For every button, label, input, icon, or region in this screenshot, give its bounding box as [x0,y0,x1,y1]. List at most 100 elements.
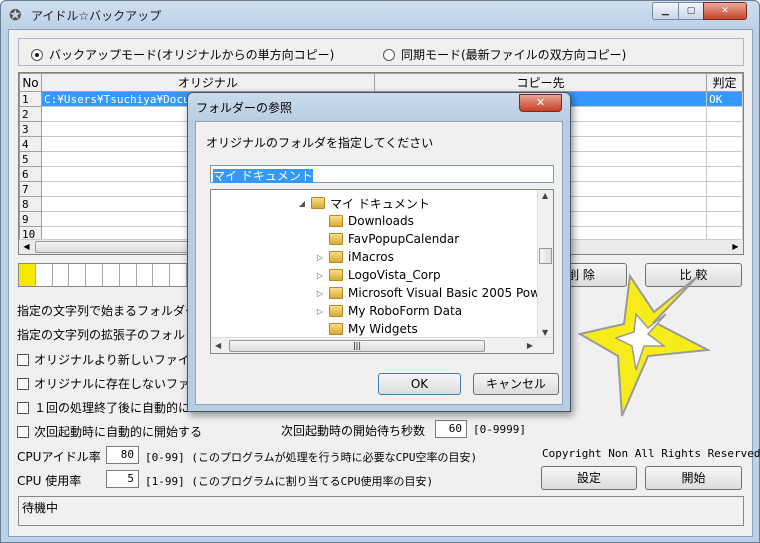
close-button[interactable]: ✕ [703,2,747,20]
expand-arrow-icon[interactable]: ◢ [297,199,307,208]
cancel-button[interactable]: キャンセル [473,373,559,395]
dialog-title: フォルダーの参照 [196,101,293,115]
missing-files-checkbox[interactable]: オリジナルに存在しないファ [17,375,190,392]
progress-block [120,264,137,286]
dialog-prompt: オリジナルのフォルダを指定してください [206,136,434,150]
next-wait-label: 次回起動時の開始待ち秒数 [281,424,426,438]
copyright-text: Copyright Non All Rights Reserved [542,447,760,460]
folder-icon [329,251,343,263]
next-auto-start-checkbox[interactable]: 次回起動時に自動的に開始する [17,423,202,440]
next-wait-range: [0-9999] [473,423,526,436]
folder-icon [329,323,343,335]
backup-mode-label: バックアップモード(オリジナルからの単方向コピー) [49,48,335,62]
folder-browse-dialog: フォルダーの参照 ✕ オリジナルのフォルダを指定してください マイ ドキュメント… [187,92,571,412]
scroll-right-icon[interactable]: ▶ [728,240,743,254]
scroll-down-icon[interactable]: ▼ [542,328,548,337]
auto-after-label: １回の処理終了後に自動的に [34,401,191,415]
cell-judge[interactable] [706,151,743,167]
progress-block [69,264,87,286]
col-judge-header[interactable]: 判定 [706,73,743,92]
tree-item[interactable]: ▷ My RoboForm Data [315,302,462,320]
tree-item[interactable]: Downloads [315,212,414,230]
scroll-thumb[interactable] [35,241,195,253]
tree-item-label: My Widgets [348,322,418,336]
folder-path-input[interactable]: マイ ドキュメント [210,165,554,183]
next-wait-input[interactable]: 60 [435,420,467,438]
folder-icon [311,197,325,209]
cell-no: 2 [19,106,42,122]
settings-button[interactable]: 設定 [541,466,637,490]
tree-item[interactable]: ▷ LogoVista_Corp [315,266,441,284]
expand-arrow-icon[interactable]: ▷ [315,289,325,298]
star-logo-icon [578,273,710,417]
expand-arrow-icon[interactable]: ▷ [315,271,325,280]
progress-block [103,264,120,286]
auto-after-checkbox[interactable]: １回の処理終了後に自動的に [17,399,190,416]
folder-icon [329,269,343,281]
cell-no: 1 [19,91,42,107]
progress-blocks [18,263,188,287]
col-no-header[interactable]: No [19,73,42,92]
progress-block [137,264,154,286]
ok-button[interactable]: OK [378,373,461,395]
tree-item[interactable]: ▷ Microsoft Visual Basic 2005 Power [315,284,552,302]
progress-block [36,264,53,286]
radio-dot-selected [31,48,43,61]
folder-icon [329,305,343,317]
expand-arrow-icon[interactable]: ▷ [315,307,325,316]
cpu-use-desc: [1-99] (このプログラムに割り当てるCPU使用率の目安) [145,475,434,488]
progress-block [170,264,187,286]
tree-item-label: iMacros [348,250,394,264]
tree-item[interactable]: FavPopupCalendar [315,230,459,248]
next-auto-start-label: 次回起動時に自動的に開始する [34,425,203,439]
expand-arrow-icon[interactable]: ▷ [315,253,325,262]
start-button[interactable]: 開始 [645,466,742,490]
maximize-button[interactable]: ▢ [678,2,704,20]
cpu-idle-input[interactable]: 80 [106,446,139,464]
newer-files-label: オリジナルより新しいファイ [34,353,190,367]
backup-mode-radio[interactable]: バックアップモード(オリジナルからの単方向コピー) [31,46,334,63]
cpu-use-input[interactable]: 5 [106,470,139,488]
tree-item[interactable]: ▷ iMacros [315,248,394,266]
folder-path-value: マイ ドキュメント [213,169,313,183]
cell-no: 3 [19,121,42,137]
scroll-left-icon[interactable]: ◀ [215,341,221,350]
tree-item-label: FavPopupCalendar [348,232,460,246]
cpu-idle-label: CPUアイドル率 [17,450,101,464]
checkbox-box [17,401,29,414]
cell-no: 4 [19,136,42,152]
cell-judge[interactable] [706,181,743,197]
scroll-right-icon[interactable]: ▶ [527,341,533,350]
newer-files-checkbox[interactable]: オリジナルより新しいファイ [17,351,190,368]
tree-item[interactable]: ◢ マイ ドキュメント [297,194,430,212]
tree-horizontal-scrollbar[interactable]: ◀ ||| ▶ [211,337,553,353]
cell-judge[interactable] [706,136,743,152]
dialog-client-area: オリジナルのフォルダを指定してください マイ ドキュメント ◢ マイ ドキュメント… [195,121,563,405]
ext-folder-label: 指定の文字列の拡張子のフォル [17,328,186,342]
cell-judge[interactable] [706,106,743,122]
progress-block [19,264,36,286]
scroll-up-icon[interactable]: ▲ [542,191,548,200]
cell-judge[interactable]: OK [706,91,743,107]
minimize-button[interactable]: ▁ [652,2,679,20]
col-copy-header[interactable]: コピー先 [373,73,708,92]
cell-judge[interactable] [706,211,743,227]
dialog-close-button[interactable]: ✕ [519,94,562,112]
tree-item-label: My RoboForm Data [348,304,463,318]
cell-judge[interactable] [706,166,743,182]
scroll-thumb[interactable] [539,248,552,264]
radio-dot [383,48,395,61]
tree-vertical-scrollbar[interactable]: ▲ ▼ [537,190,553,338]
sync-mode-label: 同期モード(最新ファイルの双方向コピー) [401,48,627,62]
tree-item[interactable]: My Widgets [315,320,418,338]
cell-no: 7 [19,181,42,197]
folder-tree[interactable]: ◢ マイ ドキュメント Downloads FavPopupCalendar ▷ iMac… [210,189,554,354]
folder-icon [329,215,343,227]
col-original-header[interactable]: オリジナル [40,73,375,92]
cell-judge[interactable] [706,196,743,212]
sync-mode-radio[interactable]: 同期モード(最新ファイルの双方向コピー) [383,46,626,63]
cell-judge[interactable] [706,121,743,137]
scroll-left-icon[interactable]: ◀ [19,240,34,254]
checkbox-box [17,377,29,390]
scroll-thumb[interactable]: ||| [229,340,485,352]
